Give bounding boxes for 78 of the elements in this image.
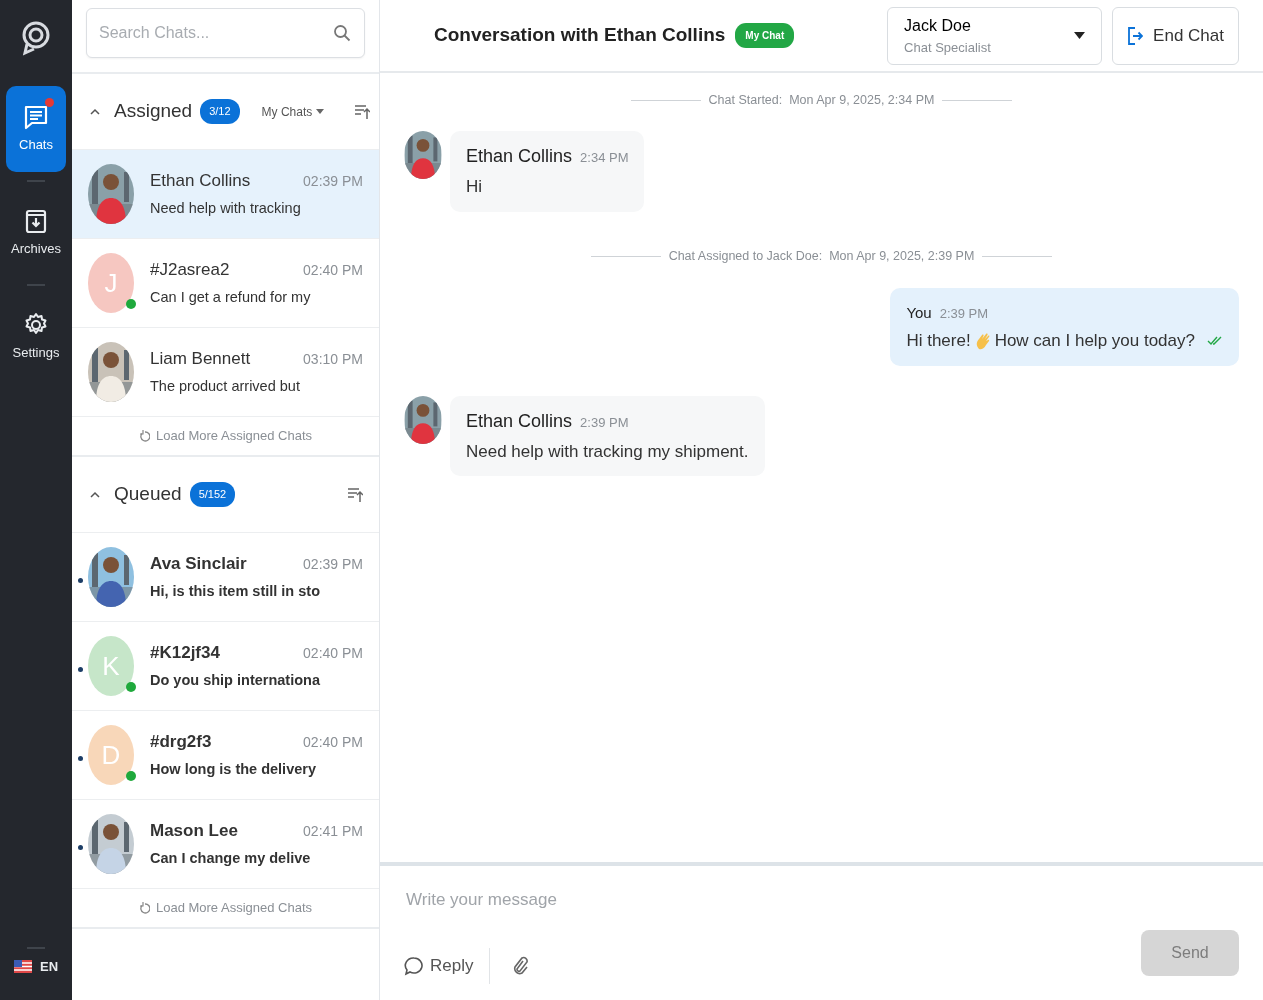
event-text: Chat Started: Mon Apr 9, 2025, 2:34 PM (708, 91, 935, 109)
section-title: Queued (114, 482, 182, 507)
contact-name: Mason Lee (150, 820, 238, 843)
agent-role: Chat Specialist (904, 38, 992, 57)
chat-time: 02:40 PM (303, 260, 363, 280)
sender-name: Ethan Collins (466, 409, 573, 433)
contact-name: Ava Sinclair (150, 553, 247, 576)
refresh-icon (138, 902, 150, 914)
agent-dropdown[interactable]: Jack Doe Chat Specialist (887, 6, 1103, 65)
chat-item[interactable]: D #drg2f3 02:40 PM How long is the delivery (72, 711, 379, 800)
message-preview: Hi, is this item still in sto (150, 581, 321, 601)
count-badge: 5/152 (189, 482, 236, 507)
chat-time: 02:39 PM (303, 554, 363, 574)
flag-icon (13, 959, 32, 973)
chat-item[interactable]: Ava Sinclair 02:39 PM Hi, is this item still in sto (72, 533, 379, 622)
chat-item[interactable]: Mason Lee 02:41 PM Can I change my delive (72, 800, 379, 889)
nav-item[interactable]: Settings (6, 294, 66, 380)
chat-time: 02:41 PM (303, 821, 363, 841)
message-preview: Do you ship internationa (150, 670, 321, 690)
chat-item[interactable]: Ethan Collins 02:39 PM Need help with tracking (72, 150, 379, 239)
end-chat-button[interactable]: End Chat (1112, 6, 1239, 65)
chat-tag: My Chat (735, 23, 795, 48)
event-text: Chat Assigned to Jack Doe: Mon Apr 9, 2025, 2:39 PM (668, 248, 975, 266)
avatar: K (88, 636, 134, 696)
chat-item[interactable]: K #K12jf34 02:40 PM Do you ship internationa (72, 622, 379, 711)
speech-bubble-icon (404, 956, 424, 976)
language-label[interactable]: EN (39, 956, 59, 976)
message-time: 2:39 PM (939, 304, 989, 323)
exit-icon (1127, 26, 1144, 45)
avatar: D (88, 725, 134, 785)
paperclip-icon[interactable] (512, 956, 529, 976)
refresh-icon (138, 430, 150, 442)
message-text: How can I help you today? (994, 330, 1195, 352)
search-icon (333, 24, 351, 42)
agent-name: Jack Doe (904, 15, 972, 36)
caret-icon (316, 109, 325, 114)
sort-icon[interactable] (354, 103, 371, 120)
sender-name: You (906, 302, 932, 323)
reply-button[interactable]: Reply (404, 953, 474, 979)
chat-time: 02:40 PM (303, 732, 363, 752)
chevron-up-icon[interactable] (90, 491, 100, 498)
message-preview: How long is the delivery (150, 759, 317, 779)
sender-name: Ethan Collins (466, 145, 573, 168)
message-preview: Can I get a refund for my (150, 287, 312, 307)
caret-icon (1074, 32, 1086, 39)
message-preview: Can I change my delive (150, 848, 312, 868)
nav-item[interactable]: Archives (6, 190, 66, 276)
contact-name: #J2asrea2 (150, 259, 230, 282)
chat-item[interactable]: Liam Bennett 03:10 PM The product arrived but (72, 328, 379, 417)
contact-name: Ethan Collins (150, 170, 251, 193)
conversation-title: Conversation with Ethan Collins (434, 23, 726, 48)
avatar: J (88, 253, 134, 313)
logo-icon (21, 20, 51, 56)
waving-hand-icon (974, 331, 991, 350)
message-text: Need help with tracking my shipment. (466, 440, 749, 463)
contact-name: Liam Bennett (150, 348, 251, 371)
message-preview: Need help with tracking (150, 198, 302, 218)
contact-name: #drg2f3 (150, 731, 212, 754)
message-text: Hi (466, 176, 483, 198)
count-badge: 3/12 (200, 99, 240, 124)
sort-icon[interactable] (347, 486, 363, 503)
chat-time: 02:40 PM (303, 643, 363, 663)
chat-time: 02:39 PM (303, 171, 363, 191)
section-title: Assigned (114, 99, 193, 124)
filter-dropdown[interactable]: My Chats (255, 101, 331, 122)
chat-time: 03:10 PM (303, 349, 363, 369)
message-time: 2:39 PM (580, 413, 629, 432)
chat-item[interactable]: J #J2asrea2 02:40 PM Can I get a refund for my (72, 239, 379, 328)
chat-icon (23, 103, 49, 131)
message-preview: The product arrived but (150, 376, 301, 396)
message-text: Hi there! (906, 330, 971, 352)
notification-dot (45, 98, 54, 107)
chevron-up-icon[interactable] (90, 108, 100, 115)
message-time: 2:34 PM (580, 149, 629, 167)
search-field[interactable]: Search Chats... (86, 8, 365, 58)
contact-name: #K12jf34 (150, 642, 220, 665)
nav-item[interactable]: Chats (6, 86, 66, 172)
archive-icon (23, 207, 49, 235)
